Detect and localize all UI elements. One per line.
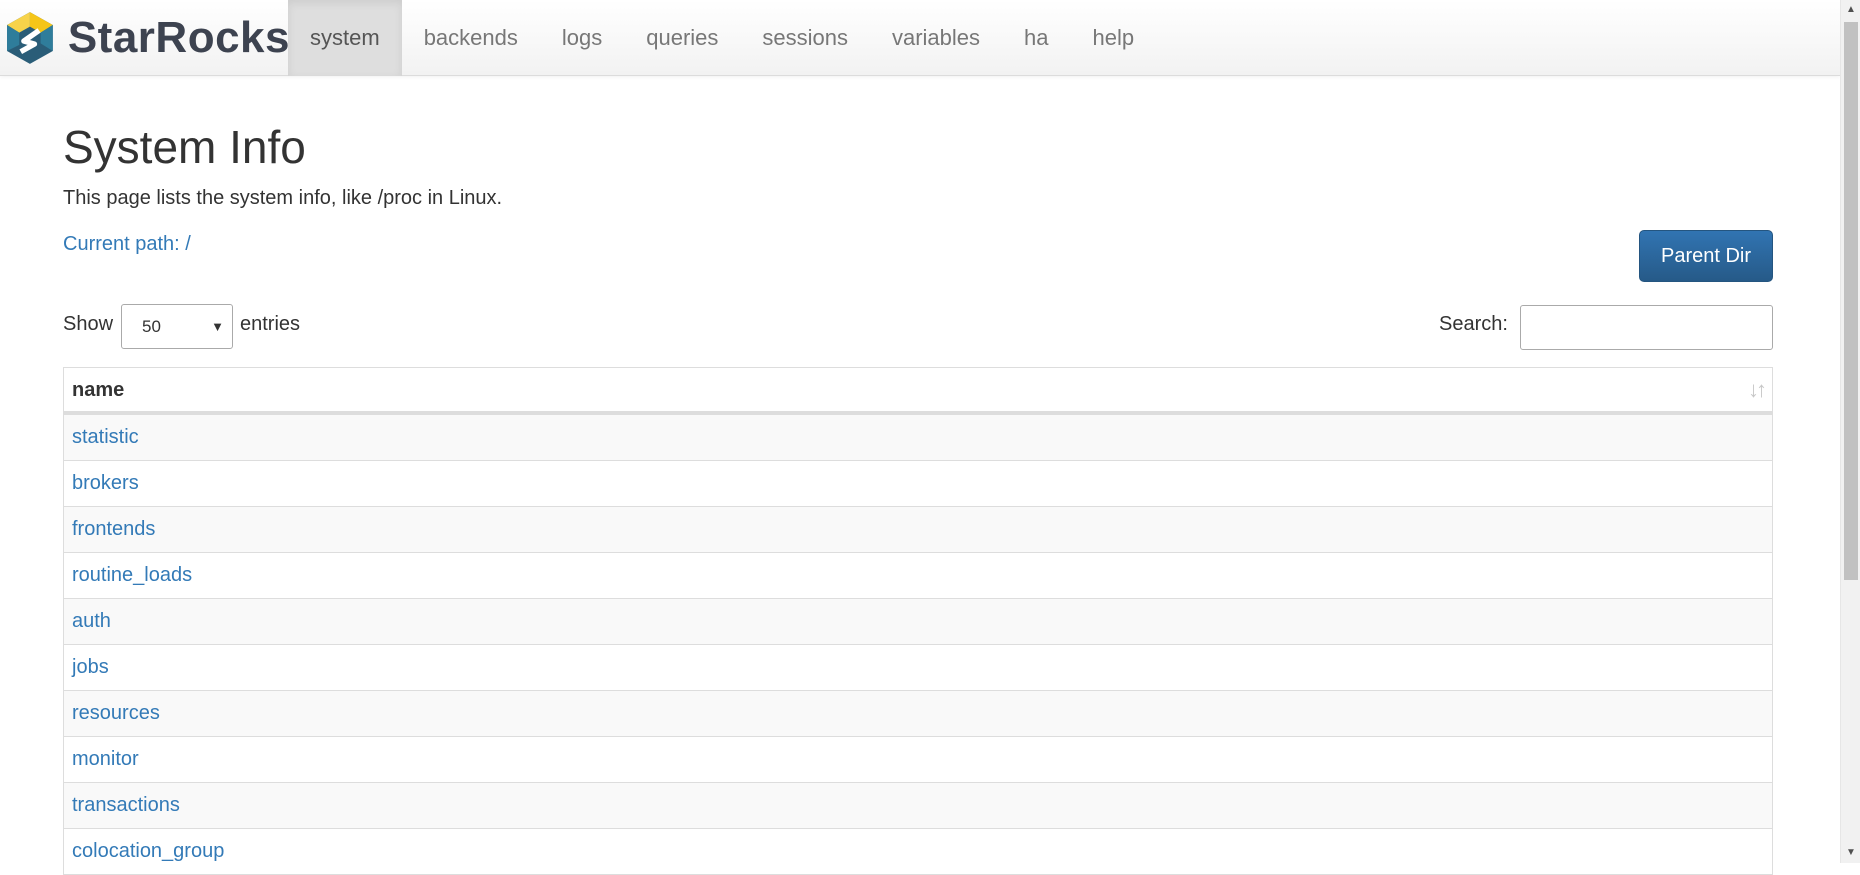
show-label: Show <box>63 313 114 335</box>
nav-item-sessions[interactable]: sessions <box>740 0 870 76</box>
top-navbar: StarRocks system backends logs queries s… <box>0 0 1840 76</box>
row-link[interactable]: jobs <box>72 656 109 678</box>
table-row: auth <box>64 599 1772 645</box>
entries-select-value: 50 <box>142 317 161 336</box>
system-table: name ↓↑ statistic brokers frontends rout… <box>63 367 1773 875</box>
table-body: statistic brokers frontends routine_load… <box>64 415 1772 875</box>
caret-down-icon: ▼ <box>211 319 224 334</box>
table-row: frontends <box>64 507 1772 553</box>
nav-item-variables[interactable]: variables <box>870 0 1002 76</box>
row-link[interactable]: resources <box>72 702 160 724</box>
page-title: System Info <box>63 121 306 173</box>
row-link[interactable]: colocation_group <box>72 840 224 862</box>
parent-dir-button[interactable]: Parent Dir <box>1639 230 1773 282</box>
row-link[interactable]: transactions <box>72 794 180 816</box>
search-input[interactable] <box>1520 305 1773 350</box>
column-header-name[interactable]: name ↓↑ <box>64 367 1772 415</box>
entries-label: entries <box>240 313 301 335</box>
nav-item-queries[interactable]: queries <box>624 0 740 76</box>
row-link[interactable]: routine_loads <box>72 564 192 586</box>
nav-item-system[interactable]: system <box>288 0 402 76</box>
entries-select[interactable]: 50 ▼ <box>121 304 233 349</box>
nav-item-logs[interactable]: logs <box>540 0 624 76</box>
scroll-thumb[interactable] <box>1844 22 1858 580</box>
starrocks-logo <box>7 12 53 64</box>
search-label: Search: <box>1439 313 1508 335</box>
scroll-down-icon[interactable]: ▼ <box>1841 843 1860 863</box>
nav-item-ha[interactable]: ha <box>1002 0 1070 76</box>
table-row: resources <box>64 691 1772 737</box>
table-row: statistic <box>64 415 1772 461</box>
table-row: routine_loads <box>64 553 1772 599</box>
row-link[interactable]: frontends <box>72 518 155 540</box>
row-link[interactable]: monitor <box>72 748 139 770</box>
current-path[interactable]: Current path: / <box>63 233 191 256</box>
column-header-label: name <box>72 379 125 401</box>
vertical-scrollbar[interactable]: ▲ ▼ <box>1840 0 1860 863</box>
row-link[interactable]: auth <box>72 610 111 632</box>
main-nav: system backends logs queries sessions va… <box>288 0 1156 76</box>
row-link[interactable]: statistic <box>72 426 139 448</box>
nav-item-backends[interactable]: backends <box>402 0 540 76</box>
table-row: monitor <box>64 737 1772 783</box>
sort-icon: ↓↑ <box>1748 377 1767 402</box>
row-link[interactable]: brokers <box>72 472 139 494</box>
table-row: brokers <box>64 461 1772 507</box>
table-row: transactions <box>64 783 1772 829</box>
brand-name: StarRocks <box>67 13 290 62</box>
page-description: This page lists the system info, like /p… <box>63 187 503 209</box>
nav-item-help[interactable]: help <box>1071 0 1157 76</box>
brand[interactable]: StarRocks <box>4 2 290 74</box>
scroll-up-icon[interactable]: ▲ <box>1841 0 1860 20</box>
table-row: colocation_group <box>64 829 1772 875</box>
table-row: jobs <box>64 645 1772 691</box>
